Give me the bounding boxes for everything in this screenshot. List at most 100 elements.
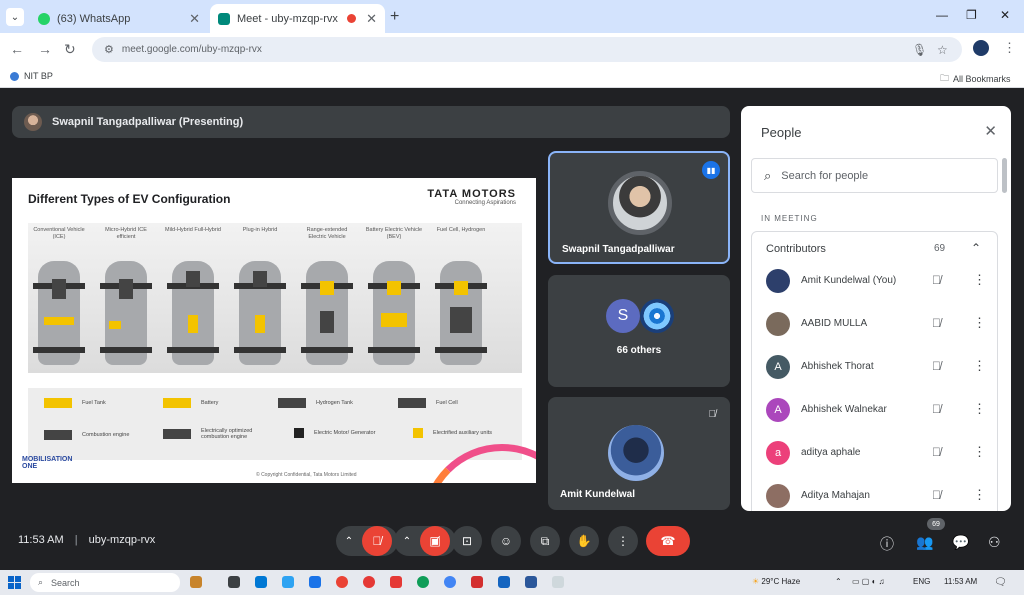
address-bar[interactable]: ⚙ meet.google.com/uby-mzqp-rvx xyxy=(92,37,962,62)
bookmark-label: All Bookmarks xyxy=(953,74,1011,84)
more-options-button[interactable]: ⋮ xyxy=(608,526,638,556)
participant-row[interactable]: AABID MULLA 🎙̸ ⋮ xyxy=(752,305,997,345)
activities-icon[interactable]: ⚇ xyxy=(988,534,1001,551)
taskbar-search[interactable]: ⌕ Search xyxy=(30,573,180,592)
more-options-icon[interactable]: ⋮ xyxy=(973,358,986,374)
participant-row[interactable]: Amit Kundelwal (You) 🎙̸ ⋮ xyxy=(752,262,997,302)
taskbar-app-icon[interactable] xyxy=(390,576,402,588)
participant-row[interactable]: A Abhishek Walnekar 🎙̸ ⋮ xyxy=(752,391,997,431)
notification-icon[interactable]: 🗨 xyxy=(994,577,1007,588)
mic-off-icon[interactable]: 🎙̸ xyxy=(362,526,392,556)
car-diagram xyxy=(100,261,152,365)
windows-start-icon[interactable] xyxy=(8,576,21,589)
taskbar-app-icon[interactable] xyxy=(417,576,429,588)
participant-name: Swapnil Tangadpalliwar xyxy=(562,244,675,255)
participant-row[interactable]: Aditya Mahajan 🎙̸ ⋮ xyxy=(752,477,997,511)
presenter-bar: Swapnil Tangadpalliwar (Presenting) xyxy=(12,106,730,138)
people-search[interactable]: ⌕ xyxy=(751,158,998,193)
microphone-icon[interactable]: 🎙 xyxy=(912,43,927,57)
tray-chevron-icon[interactable]: ⌃ xyxy=(835,577,842,586)
slide-legend: Fuel Tank Battery Hydrogen Tank Fuel Cel… xyxy=(28,388,522,460)
minimize-icon[interactable]: — xyxy=(936,8,948,22)
participant-tile-presenter[interactable]: ▮▮ Swapnil Tangadpalliwar xyxy=(548,151,730,264)
scrollbar[interactable] xyxy=(1002,158,1007,193)
avatar xyxy=(766,312,790,336)
tray-icons[interactable]: ▭ ▢ ◐ ♫ xyxy=(852,577,885,586)
taskbar-app-icon[interactable] xyxy=(498,576,510,588)
taskbar-app-icon[interactable] xyxy=(525,576,537,588)
reactions-button[interactable]: ☺ xyxy=(491,526,521,556)
folder-icon: 🗀 xyxy=(940,73,950,83)
participant-row[interactable]: A Abhishek Thorat 🎙̸ ⋮ xyxy=(752,348,997,388)
raise-hand-button[interactable]: ✋ xyxy=(569,526,599,556)
camera-control[interactable]: ⌃ ▣̸ xyxy=(394,526,456,556)
more-options-icon[interactable]: ⋮ xyxy=(973,444,986,460)
all-bookmarks[interactable]: 🗀 All Bookmarks xyxy=(940,71,1011,87)
taskbar-app-icon[interactable] xyxy=(471,576,483,588)
contributors-group: Contributors 69 ⌃ Amit Kundelwal (You) 🎙… xyxy=(751,231,998,511)
close-tab-icon[interactable]: ✕ xyxy=(366,11,377,27)
tab-whatsapp[interactable]: (63) WhatsApp ✕ xyxy=(30,4,208,33)
section-label: IN MEETING xyxy=(761,214,818,223)
recording-icon xyxy=(347,14,357,23)
leave-call-button[interactable]: ☎ xyxy=(646,526,690,556)
info-icon[interactable]: ⓘ xyxy=(880,534,894,554)
participant-tile-self[interactable]: 🎙̸ Amit Kundelwal xyxy=(548,397,730,510)
car-diagram xyxy=(301,261,353,365)
forward-icon[interactable]: → xyxy=(38,41,52,57)
close-tab-icon[interactable]: ✕ xyxy=(189,11,200,27)
legend-item: Electrified auxiliary units xyxy=(413,428,503,438)
chevron-up-icon[interactable]: ⌃ xyxy=(336,536,362,547)
more-options-icon[interactable]: ⋮ xyxy=(973,487,986,503)
tab-search-button[interactable]: ⌄ xyxy=(6,8,24,26)
language-indicator[interactable]: ENG xyxy=(913,577,930,586)
present-button[interactable]: ⧉ xyxy=(530,526,560,556)
participant-row[interactable]: a aditya aphale 🎙̸ ⋮ xyxy=(752,434,997,474)
column-label: Range-extended Electric Vehicle xyxy=(306,227,348,240)
back-icon[interactable]: ← xyxy=(10,41,24,57)
profile-avatar[interactable] xyxy=(973,40,989,56)
taskbar-app-icon[interactable] xyxy=(190,576,202,588)
taskbar-app-icon[interactable] xyxy=(336,576,348,588)
chat-icon[interactable]: 💬 xyxy=(952,534,969,551)
camera-off-icon[interactable]: ▣̸ xyxy=(420,526,450,556)
bookmark-star-icon[interactable]: ☆ xyxy=(937,43,948,57)
restore-icon[interactable]: ❐ xyxy=(966,8,977,22)
more-options-icon[interactable]: ⋮ xyxy=(973,272,986,288)
new-tab-button[interactable]: + xyxy=(390,8,399,26)
hand-icon: ✋ xyxy=(576,534,592,548)
participant-tile-others[interactable]: S 66 others xyxy=(548,275,730,387)
tab-meet[interactable]: Meet - uby-mzqp-rvx ✕ xyxy=(210,4,385,33)
chevron-up-icon[interactable]: ⌃ xyxy=(394,536,420,547)
muted-mic-icon: 🎙̸ xyxy=(932,359,941,373)
system-clock[interactable]: 11:53 AM xyxy=(944,577,977,586)
slide-title: Different Types of EV Configuration xyxy=(28,192,231,206)
meet-stage: Swapnil Tangadpalliwar (Presenting) Diff… xyxy=(0,94,1024,570)
meeting-info: 11:53 AM | uby-mzqp-rvx xyxy=(18,534,156,546)
weather-widget[interactable]: ☀ 29°C Haze xyxy=(752,577,800,586)
captions-button[interactable]: ⊡ xyxy=(452,526,482,556)
url-text: meet.google.com/uby-mzqp-rvx xyxy=(121,44,262,55)
microphone-control[interactable]: ⌃ 🎙̸ xyxy=(336,526,398,556)
search-input[interactable] xyxy=(781,169,982,182)
close-window-icon[interactable]: ✕ xyxy=(1000,8,1010,22)
taskbar-app-icon[interactable] xyxy=(444,576,456,588)
muted-mic-icon: 🎙̸ xyxy=(932,402,941,416)
more-options-icon[interactable]: ⋮ xyxy=(973,401,986,417)
browser-menu-icon[interactable]: ⋮ xyxy=(1003,40,1016,56)
taskbar-app-icon[interactable] xyxy=(309,576,321,588)
bookmark-label: NIT BP xyxy=(24,71,53,81)
taskbar-app-icon[interactable] xyxy=(228,576,240,588)
taskbar-app-icon[interactable] xyxy=(255,576,267,588)
reload-icon[interactable]: ↻ xyxy=(64,41,76,58)
site-info-icon[interactable]: ⚙ xyxy=(104,43,114,56)
more-options-icon[interactable]: ⋮ xyxy=(973,315,986,331)
column-label: Battery Electric Vehicle (BEV) xyxy=(365,227,423,240)
taskbar-app-icon[interactable] xyxy=(552,576,564,588)
chevron-up-icon[interactable]: ⌃ xyxy=(971,241,981,255)
bookmark-nit-bp[interactable]: NIT BP xyxy=(10,71,53,81)
people-icon[interactable]: 👥 xyxy=(916,534,933,551)
taskbar-app-icon[interactable] xyxy=(282,576,294,588)
taskbar-app-icon[interactable] xyxy=(363,576,375,588)
close-icon[interactable]: ✕ xyxy=(984,122,997,140)
